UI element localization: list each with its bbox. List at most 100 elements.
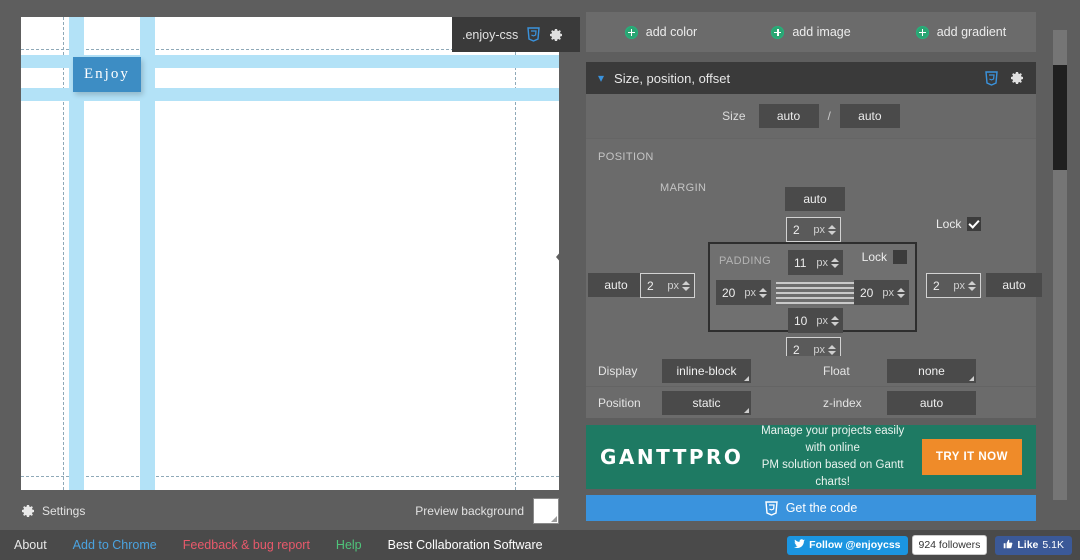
thumbs-up-icon [1003, 539, 1013, 552]
margin-bottom-unit: px [813, 343, 825, 356]
stepper-up-icon[interactable] [831, 257, 840, 262]
twitter-follower-count[interactable]: 924 followers [911, 535, 988, 555]
padding-top-input[interactable]: 11 px [788, 250, 843, 275]
ad-text-line2: PM solution based on Gantt charts! [761, 459, 904, 489]
preview-canvas[interactable]: Enjoy [21, 17, 559, 490]
css3-icon[interactable] [985, 70, 998, 86]
margin-lock-checkbox[interactable] [967, 217, 982, 231]
position-select[interactable]: static [662, 390, 751, 415]
ad-cta-button[interactable]: TRY IT NOW [921, 439, 1022, 475]
margin-left-stepper[interactable] [682, 280, 691, 291]
stepper-down-icon[interactable] [831, 263, 840, 268]
stepper-down-icon[interactable] [968, 286, 977, 291]
float-cell: Float none [811, 359, 1036, 383]
stepper-up-icon[interactable] [759, 287, 768, 292]
styled-element-preview[interactable]: Enjoy [73, 57, 141, 92]
gear-icon[interactable] [549, 28, 563, 42]
display-select[interactable]: inline-block [662, 359, 751, 383]
margin-right-stepper[interactable] [968, 280, 977, 291]
advertisement-banner[interactable]: GANTTPRO Manage your projects easily wit… [586, 425, 1036, 489]
margin-top-stepper[interactable] [828, 224, 837, 235]
margin-lock-control[interactable]: Lock [936, 217, 982, 231]
margin-left-unit: px [667, 279, 679, 292]
css3-icon[interactable] [527, 27, 541, 42]
chevron-down-icon[interactable]: ▾ [598, 71, 604, 85]
margin-top-unit: px [813, 223, 825, 236]
footer-link-feedback[interactable]: Feedback & bug report [183, 538, 310, 552]
stepper-up-icon[interactable] [968, 280, 977, 285]
stepper-up-icon[interactable] [897, 287, 906, 292]
add-gradient-label: add gradient [936, 25, 1007, 39]
offset-left-input[interactable]: auto [588, 273, 644, 297]
padding-top-stepper[interactable] [831, 257, 840, 268]
css3-icon [764, 500, 778, 516]
stepper-down-icon[interactable] [828, 230, 837, 235]
padding-right-stepper[interactable] [897, 287, 906, 298]
plus-circle-icon [771, 25, 785, 39]
float-select[interactable]: none [887, 359, 976, 383]
stepper-down-icon[interactable] [682, 286, 691, 291]
social-buttons: Follow @enjoycss 924 followers Like 5.1K [787, 535, 1072, 555]
stepper-up-icon[interactable] [831, 315, 840, 320]
panel-collapse-arrow[interactable] [556, 234, 580, 280]
margin-right-unit: px [953, 279, 965, 292]
guide-bar-vertical-right [140, 17, 155, 490]
gear-icon [21, 504, 35, 518]
padding-right-input[interactable]: 20 px [854, 280, 909, 305]
offset-right-input[interactable]: auto [986, 273, 1042, 297]
stepper-up-icon[interactable] [682, 280, 691, 285]
position-label: Position [598, 395, 641, 410]
add-image-button[interactable]: add image [736, 25, 886, 39]
padding-lock-label: Lock [861, 250, 887, 264]
settings-label: Settings [42, 504, 86, 518]
margin-left-input[interactable]: 2 px [640, 273, 695, 298]
padding-right-value: 20 [860, 285, 874, 300]
padding-left-input[interactable]: 20 px [716, 280, 771, 305]
stepper-down-icon[interactable] [828, 350, 837, 355]
footer-link-add-to-chrome[interactable]: Add to Chrome [73, 538, 157, 552]
gear-icon[interactable] [1010, 71, 1024, 85]
size-position-section-header[interactable]: ▾ Size, position, offset [586, 62, 1036, 94]
size-width-input[interactable]: auto [758, 104, 819, 128]
add-color-button[interactable]: add color [586, 25, 736, 39]
margin-bottom-stepper[interactable] [828, 344, 837, 355]
display-label: Display [598, 364, 638, 378]
padding-left-stepper[interactable] [759, 287, 768, 298]
padding-bottom-input[interactable]: 10 px [788, 308, 843, 333]
stepper-down-icon[interactable] [831, 321, 840, 326]
zindex-input[interactable]: auto [887, 390, 976, 415]
footer-link-best-collaboration-software[interactable]: Best Collaboration Software [388, 538, 543, 552]
scrollbar-thumb[interactable] [1053, 65, 1067, 170]
stepper-up-icon[interactable] [828, 344, 837, 349]
padding-lock-control[interactable]: Lock [862, 250, 907, 264]
footer-link-help[interactable]: Help [336, 538, 362, 552]
margin-top-input[interactable]: 2 px [786, 217, 841, 242]
position-section-label: POSITION [598, 151, 654, 163]
size-label: Size [722, 109, 746, 123]
preview-background-control: Preview background [415, 498, 559, 524]
display-float-rows: Display inline-block Float none Position… [586, 356, 1036, 418]
add-gradient-button[interactable]: add gradient [886, 25, 1036, 39]
footer-link-about[interactable]: About [14, 538, 47, 552]
get-the-code-button[interactable]: Get the code [586, 495, 1036, 521]
panel-scrollbar[interactable] [1053, 30, 1067, 500]
padding-left-value: 20 [722, 285, 736, 300]
settings-button[interactable]: Settings [21, 504, 85, 518]
padding-bottom-value: 10 [794, 313, 808, 328]
padding-lock-checkbox[interactable] [893, 250, 907, 264]
add-color-label: add color [645, 25, 698, 39]
size-height-input[interactable]: auto [839, 104, 900, 128]
stepper-down-icon[interactable] [759, 293, 768, 298]
stepper-down-icon[interactable] [897, 293, 906, 298]
position-zindex-row: Position static z-index auto [586, 387, 1036, 418]
margin-right-input[interactable]: 2 px [926, 273, 981, 298]
get-the-code-label: Get the code [785, 501, 858, 515]
offset-top-input[interactable]: auto [785, 187, 845, 211]
facebook-like-button[interactable]: Like 5.1K [995, 535, 1072, 555]
padding-bottom-stepper[interactable] [831, 315, 840, 326]
twitter-bird-icon [794, 538, 806, 552]
preview-background-swatch[interactable] [533, 498, 559, 524]
twitter-follow-button[interactable]: Follow @enjoycss [787, 535, 908, 555]
add-image-label: add image [792, 25, 851, 39]
stepper-up-icon[interactable] [828, 224, 837, 229]
